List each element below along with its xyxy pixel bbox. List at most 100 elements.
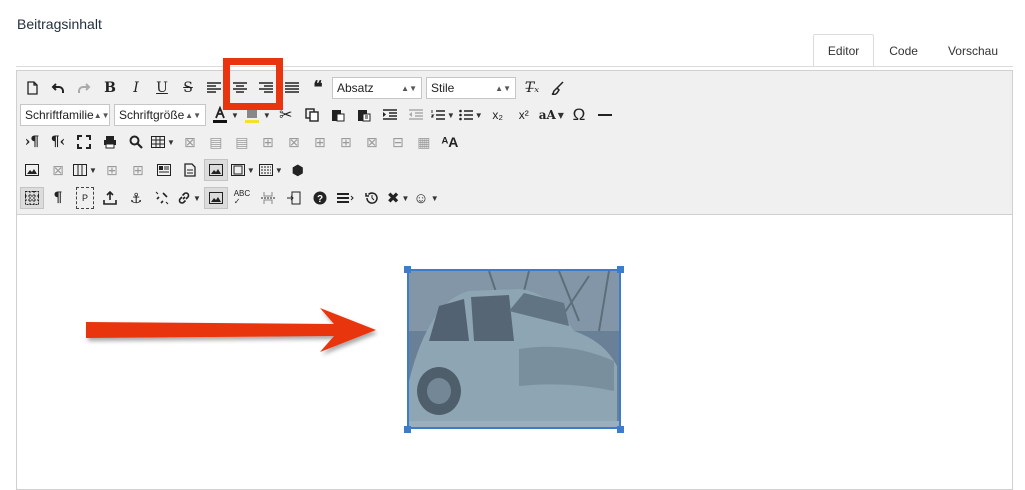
table-col-insert-after-button[interactable]: ⊞ (334, 131, 358, 153)
table-delete-icon: ⊠ (184, 133, 196, 150)
copy-button[interactable] (300, 104, 324, 126)
image-edit-button[interactable] (203, 187, 228, 209)
table-col-delete-icon: ⊠ (366, 133, 378, 150)
table-row-delete-button[interactable]: ⊠ (282, 131, 306, 153)
anchor-button[interactable]: ⚓ (124, 187, 148, 209)
align-justify-button[interactable] (280, 77, 304, 99)
text-style-button[interactable]: ᴬA (438, 131, 462, 153)
resize-handle-bottom-right[interactable] (617, 426, 624, 433)
paste-button[interactable] (326, 104, 350, 126)
column-insert-icon: ⊞ (106, 161, 118, 178)
joomla-button[interactable]: ✖ ▼ (386, 187, 411, 209)
fullscreen-button[interactable] (72, 131, 96, 153)
style-select[interactable]: Stile ▲▼ (426, 77, 516, 99)
image-properties-button[interactable] (203, 159, 228, 181)
font-family-select[interactable]: Schriftfamilie ▲▼ (20, 104, 110, 126)
table-merge-cells-button[interactable]: ▦ (412, 131, 436, 153)
ltr-button[interactable]: ›¶ (20, 131, 44, 153)
undo-button[interactable] (46, 77, 70, 99)
redo-button[interactable] (72, 77, 96, 99)
superscript-button[interactable]: x² (512, 104, 536, 126)
blockquote-button[interactable]: ❝ (306, 77, 330, 99)
print-button[interactable] (98, 131, 122, 153)
bullet-list-button[interactable]: ▼ (458, 104, 484, 126)
rtl-button[interactable]: ¶‹ (46, 131, 70, 153)
text-case-button[interactable]: aA ▼ (538, 104, 565, 126)
clear-formatting-button[interactable]: T̶ₓ (520, 77, 544, 99)
visual-aid-button[interactable] (20, 187, 44, 209)
columns-icon (73, 164, 87, 176)
image-icon (208, 192, 223, 204)
upload-button[interactable] (98, 187, 122, 209)
table-row-insert-after-button[interactable]: ⊞ (256, 131, 280, 153)
strikethrough-button[interactable]: S (176, 77, 200, 99)
image-remove-button[interactable]: ⊠ (46, 159, 70, 181)
table-row-props-button[interactable]: ▤ (204, 131, 228, 153)
subscript-button[interactable]: x₂ (486, 104, 510, 126)
template-button[interactable]: ▼ (258, 159, 284, 181)
resize-handle-top-left[interactable] (404, 266, 411, 273)
table-row-insert-before-button[interactable]: ▤ (230, 131, 254, 153)
columns-button[interactable]: ▼ (72, 159, 98, 181)
redo-icon (78, 83, 91, 93)
search-replace-button[interactable] (124, 131, 148, 153)
table-split-cells-button[interactable]: ⊟ (386, 131, 410, 153)
resize-handle-top-right[interactable] (617, 266, 624, 273)
page-break-button[interactable] (256, 187, 280, 209)
tab-code[interactable]: Code (874, 34, 933, 67)
help-button[interactable]: ? (308, 187, 332, 209)
italic-button[interactable]: I (124, 77, 148, 99)
table-col-delete-button[interactable]: ⊠ (360, 131, 384, 153)
paste-text-button[interactable] (352, 104, 376, 126)
bold-button[interactable]: B (98, 77, 122, 99)
resize-handle-bottom-left[interactable] (404, 426, 411, 433)
history-button[interactable] (360, 187, 384, 209)
show-blocks-button[interactable]: ¶ (46, 187, 70, 209)
horizontal-rule-button[interactable] (593, 104, 617, 126)
show-paragraphs-button[interactable]: P (76, 187, 94, 209)
caret-down-icon: ▼ (89, 165, 97, 175)
paragraph-format-select[interactable]: Absatz ▲▼ (332, 77, 422, 99)
updown-icon: ▲▼ (495, 83, 511, 93)
readmore-button[interactable] (334, 187, 358, 209)
selected-image[interactable] (407, 269, 621, 429)
indent-button[interactable] (378, 104, 402, 126)
table-delete-button[interactable]: ⊠ (178, 131, 202, 153)
horizontal-rule-icon (597, 114, 612, 116)
tab-editor[interactable]: Editor (812, 34, 875, 67)
unlink-icon (155, 191, 169, 205)
emoticons-button[interactable]: ☺ ▼ (412, 187, 439, 209)
format-painter-button[interactable] (546, 77, 570, 99)
table-col-insert-before-button[interactable]: ⊞ (308, 131, 332, 153)
font-size-select[interactable]: Schriftgröße ▲▼ (114, 104, 206, 126)
underline-button[interactable]: U (150, 77, 174, 99)
outdent-button[interactable] (404, 104, 428, 126)
toolbar-row-5: ¶ P ⚓ ▼ ABC ✓ ? ✖ ▼ ☺ ▼ (20, 185, 442, 211)
new-document-button[interactable] (20, 77, 44, 99)
special-character-button[interactable]: Ω (567, 104, 591, 126)
spellcheck-button[interactable]: ABC ✓ (230, 187, 254, 209)
pilcrow-icon: ¶ (53, 190, 63, 206)
table-row-icon: ▤ (209, 133, 223, 150)
upload-icon (103, 191, 117, 205)
cube-icon: ⬢ (291, 161, 304, 178)
unlink-button[interactable] (150, 187, 174, 209)
caret-down-icon: ▼ (262, 110, 271, 120)
link-button[interactable]: ▼ (176, 187, 202, 209)
table-split-icon: ⊟ (392, 133, 404, 150)
insert-article-button[interactable] (152, 159, 176, 181)
plugin-box-button[interactable]: ⬢ (286, 159, 310, 181)
caret-down-icon: ▼ (231, 110, 239, 120)
column-insert-button[interactable]: ⊞ (100, 159, 124, 181)
insert-page-button[interactable] (178, 159, 202, 181)
tab-preview[interactable]: Vorschau (933, 34, 1013, 67)
column-insert-after-button[interactable]: ⊞ (126, 159, 150, 181)
insert-image-button[interactable] (20, 159, 44, 181)
quote-icon: ❝ (313, 78, 323, 98)
media-button[interactable]: ▼ (230, 159, 256, 181)
numbered-list-button[interactable]: ▼ (430, 104, 456, 126)
insert-field-button[interactable] (282, 187, 306, 209)
table-button[interactable]: ▼ (150, 131, 176, 153)
insert-field-icon (286, 191, 301, 205)
caret-down-icon: ▼ (557, 110, 564, 120)
